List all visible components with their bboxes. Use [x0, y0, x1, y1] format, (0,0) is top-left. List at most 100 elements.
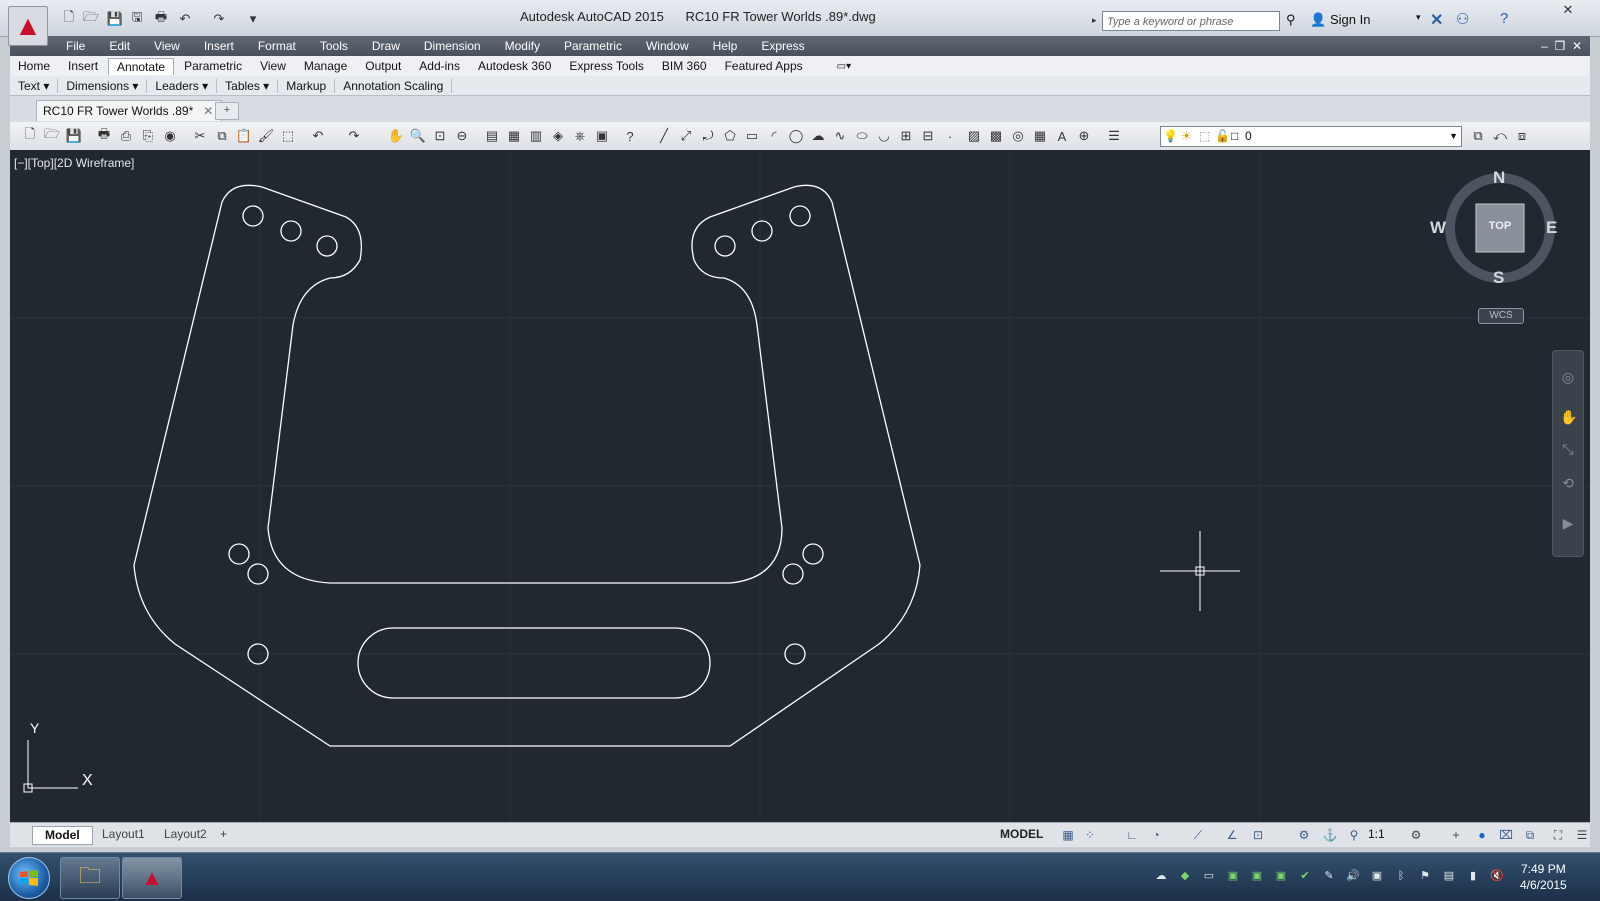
tab-add-ins[interactable]: Add-ins [411, 58, 468, 74]
menu-view[interactable]: View [142, 39, 192, 53]
help-icon[interactable]: ? [622, 128, 638, 144]
zoom-realtime-icon[interactable]: 🔍 [410, 128, 426, 144]
multiline-text-icon[interactable]: A [1054, 128, 1070, 144]
annotation-monitor-icon[interactable]: + [1448, 827, 1464, 843]
polygon-icon[interactable]: ⬠ [722, 128, 738, 144]
redo-icon[interactable]: ↷ [210, 10, 228, 28]
tab-output[interactable]: Output [357, 58, 409, 74]
annotation-visibility-icon[interactable]: ⚙ [1296, 827, 1312, 843]
tab-bim-360[interactable]: BIM 360 [654, 58, 715, 74]
zoom-extents-icon[interactable]: ⤡ [1560, 441, 1576, 457]
cut-icon[interactable]: ✂ [192, 128, 208, 144]
layer-dropdown[interactable]: 💡 ☀ ⬚ 🔓 □ 0 ▼ [1160, 126, 1462, 147]
isolate-objects-icon[interactable]: ● [1474, 827, 1490, 843]
tray-signal-icon[interactable]: ▮ [1466, 869, 1480, 883]
open-icon[interactable]: 🗁 [44, 126, 60, 144]
new-file-icon[interactable]: 🗋 [60, 9, 78, 28]
menu-file[interactable]: File [54, 39, 97, 53]
plot-icon[interactable]: 🖶 [96, 126, 112, 144]
tab-insert[interactable]: Insert [60, 58, 106, 74]
new-icon[interactable]: 🗋 [22, 126, 38, 144]
circle-icon[interactable]: ◯ [788, 128, 804, 144]
viewcube[interactable]: TOP N S E W [1430, 168, 1560, 308]
polyline-icon[interactable]: ⤾ [700, 128, 716, 144]
layer-properties-icon[interactable]: ☰ [1106, 128, 1122, 144]
start-button[interactable] [8, 857, 50, 899]
zoom-previous-icon[interactable]: ⊖ [454, 128, 470, 144]
design-center-icon[interactable]: ▦ [506, 128, 522, 144]
tray-security-icon[interactable]: ▣ [1250, 869, 1264, 883]
save-icon[interactable]: 💾 [66, 128, 82, 144]
binoculars-icon[interactable]: ⚲ [1286, 12, 1296, 28]
match-properties-icon[interactable]: 🖌 [258, 128, 275, 144]
tray-speaker-icon[interactable]: 🔇 [1490, 869, 1504, 883]
paste-icon[interactable]: 📋 [236, 128, 252, 144]
tab-express-tools[interactable]: Express Tools [561, 58, 651, 74]
sign-in-button[interactable]: Sign In [1330, 12, 1370, 27]
steeringwheel-icon[interactable]: ◎ [1560, 369, 1576, 385]
new-layout-icon[interactable]: + [214, 826, 233, 843]
tab-home[interactable]: Home [10, 58, 58, 74]
viewcube-top-face[interactable]: TOP [1484, 220, 1516, 232]
search-expand-icon[interactable]: ▸ [1092, 15, 1097, 26]
menu-format[interactable]: Format [246, 39, 308, 53]
customization-icon[interactable]: ☰ [1574, 827, 1590, 843]
system-clock[interactable]: 7:49 PM 4/6/2015 [1520, 861, 1567, 893]
compass-east[interactable]: E [1546, 218, 1557, 238]
undo-icon[interactable]: ↶ [176, 10, 194, 28]
menu-window[interactable]: Window [634, 39, 701, 53]
panel-leaders[interactable]: Leaders ▾ [147, 78, 218, 93]
insert-block-icon[interactable]: ⊞ [898, 128, 914, 144]
tray-sync-icon[interactable]: ▣ [1274, 869, 1288, 883]
tray-flag-icon[interactable]: ⚑ [1418, 869, 1432, 883]
properties-icon[interactable]: ▤ [484, 128, 500, 144]
compass-north[interactable]: N [1493, 168, 1505, 188]
point-icon[interactable]: · [942, 128, 958, 144]
line-icon[interactable]: ╱ [656, 128, 672, 144]
construction-line-icon[interactable]: ⤢ [678, 128, 694, 144]
markup-icon[interactable]: ⎈ [572, 128, 588, 144]
tab-autodesk-360[interactable]: Autodesk 360 [470, 58, 559, 74]
region-icon[interactable]: ◎ [1010, 128, 1026, 144]
add-selected-icon[interactable]: ⊕ [1076, 128, 1092, 144]
help-icon[interactable]: ? [1500, 10, 1508, 27]
block-editor-icon[interactable]: ⬚ [280, 128, 296, 144]
panel-annotation-scaling[interactable]: Annotation Scaling [335, 78, 453, 93]
save-as-icon[interactable]: 🖫 [128, 9, 146, 28]
tab-featured-apps[interactable]: Featured Apps [717, 58, 811, 74]
window-close-button[interactable]: ✕ [1548, 2, 1588, 18]
menu-help[interactable]: Help [701, 39, 750, 53]
tab-manage[interactable]: Manage [296, 58, 355, 74]
layer-state-icon[interactable]: ⧈ [1514, 128, 1530, 144]
plot-preview-icon[interactable]: ⎙ [118, 128, 134, 144]
open-file-icon[interactable]: 🗁 [82, 9, 100, 28]
menu-express[interactable]: Express [749, 39, 816, 53]
ortho-icon[interactable]: ∟ [1124, 827, 1140, 843]
tray-bluetooth-icon[interactable]: ᛒ [1394, 869, 1408, 883]
menu-draw[interactable]: Draw [360, 39, 412, 53]
file-tab[interactable]: RC10 FR Tower Worlds .89* ✕ [36, 100, 223, 121]
sign-in-dropdown-icon[interactable]: ▾ [1416, 12, 1421, 23]
menu-dimension[interactable]: Dimension [412, 39, 493, 53]
pan-icon[interactable]: ✋ [388, 128, 404, 144]
ellipse-icon[interactable]: ⬭ [854, 128, 870, 144]
plot-icon[interactable]: 🖶 [152, 9, 170, 28]
tray-display-icon[interactable]: ▤ [1442, 869, 1456, 883]
menu-tools[interactable]: Tools [308, 39, 360, 53]
layer-previous-icon[interactable]: ⤺ [1492, 128, 1508, 144]
menu-insert[interactable]: Insert [192, 39, 246, 53]
exchange-apps-icon[interactable]: ✕ [1430, 10, 1443, 30]
file-explorer-taskbar-button[interactable]: 🗀 [60, 857, 120, 899]
undo-icon[interactable]: ↶ [310, 128, 326, 144]
zoom-window-icon[interactable]: ⊡ [432, 128, 448, 144]
panel-markup[interactable]: Markup [278, 78, 336, 93]
new-tab-button[interactable]: + [215, 102, 239, 120]
annotation-scale-value[interactable]: 1:1 [1368, 827, 1385, 841]
isometric-icon[interactable]: ⟋ [1190, 827, 1206, 843]
gradient-icon[interactable]: ▩ [988, 128, 1004, 144]
tab-model[interactable]: Model [32, 826, 93, 845]
document-window-controls[interactable]: – ❐ ✕ [1541, 39, 1582, 53]
auto-scale-icon[interactable]: ⚓ [1322, 827, 1338, 843]
clean-screen-icon[interactable]: ⧉ [1522, 827, 1538, 843]
make-block-icon[interactable]: ⊟ [920, 128, 936, 144]
